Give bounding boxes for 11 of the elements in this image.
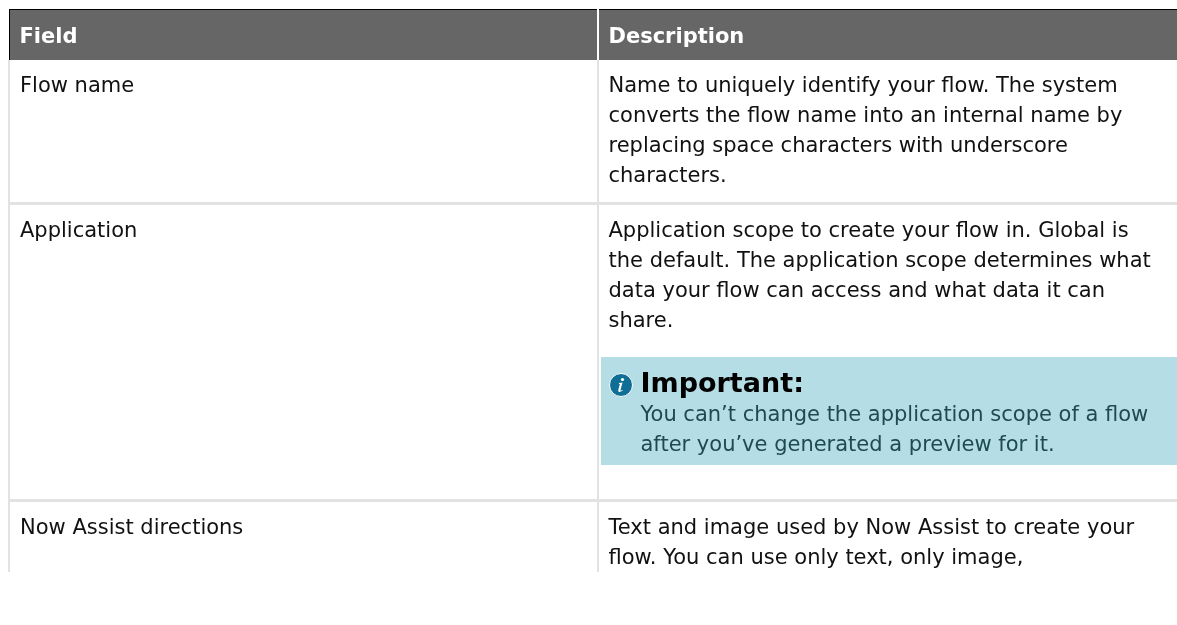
note-text: You can’t change the application scope of a flow after you’ve generated a preview for it. xyxy=(640,401,1150,458)
table-cell: Flow name xyxy=(20,73,135,97)
table-cell-text: Application scope to create your flow in. Global is the default. The application scope determines what data your flow can access and what data it can share. xyxy=(608,217,1152,334)
note-title: Important: xyxy=(640,367,805,399)
column-header: Description xyxy=(597,9,1177,60)
table-cell: Application xyxy=(20,218,138,242)
info-icon xyxy=(608,373,633,397)
column-header: Field xyxy=(9,9,598,60)
table-cell-text: Name to uniquely identify your flow. The system converts the flow name into an internal name by replacing space characters with underscore characters. xyxy=(608,72,1124,189)
table-cell: Now Assist directions xyxy=(20,515,244,539)
table-cell-text: Text and image used by Now Assist to create your flow. You can use only text, only image, xyxy=(608,514,1136,571)
